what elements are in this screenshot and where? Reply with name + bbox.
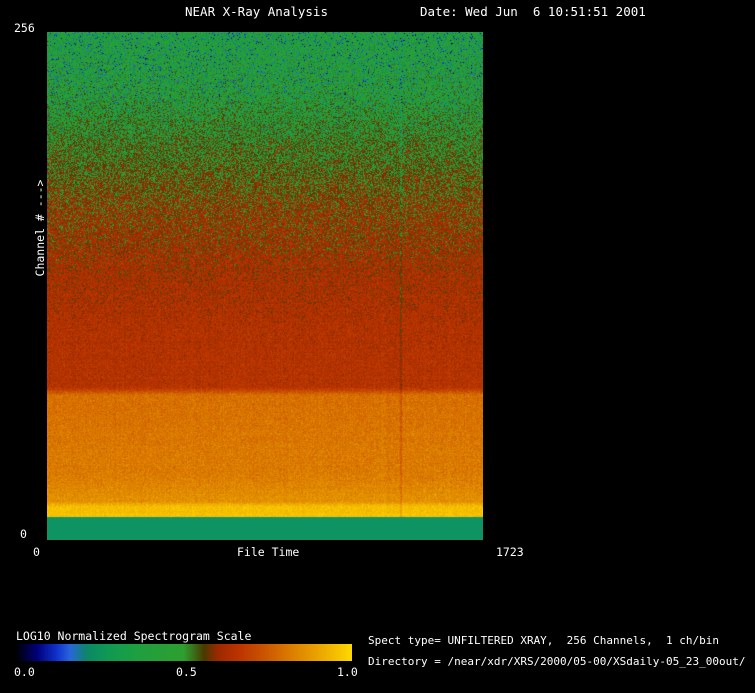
y-axis-min-label: 0: [20, 528, 27, 541]
colorbar-tick-max: 1.0: [337, 666, 358, 679]
colorbar-canvas: [16, 644, 352, 661]
x-axis-max-label: 1723: [496, 546, 524, 559]
app-title: NEAR X-Ray Analysis: [185, 5, 328, 19]
near-xray-analysis-window: NEAR X-Ray Analysis Date: Wed Jun 6 10:5…: [0, 0, 755, 693]
x-axis-min-label: 0: [33, 546, 40, 559]
colorbar-tick-min: 0.0: [14, 666, 35, 679]
spect-type-text: Spect type= UNFILTERED XRAY, 256 Channel…: [368, 635, 719, 647]
date-label: Date: Wed Jun 6 10:51:51 2001: [420, 5, 646, 19]
y-axis-max-label: 256: [14, 22, 35, 35]
colorbar-title: LOG10 Normalized Spectrogram Scale: [16, 630, 251, 643]
directory-text: Directory = /near/xdr/XRS/2000/05-00/XSd…: [368, 656, 746, 668]
y-axis-title: Channel # --->: [33, 180, 47, 277]
colorbar-tick-mid: 0.5: [176, 666, 197, 679]
spectrogram-canvas: [47, 32, 483, 540]
x-axis-title: File Time: [237, 546, 299, 559]
